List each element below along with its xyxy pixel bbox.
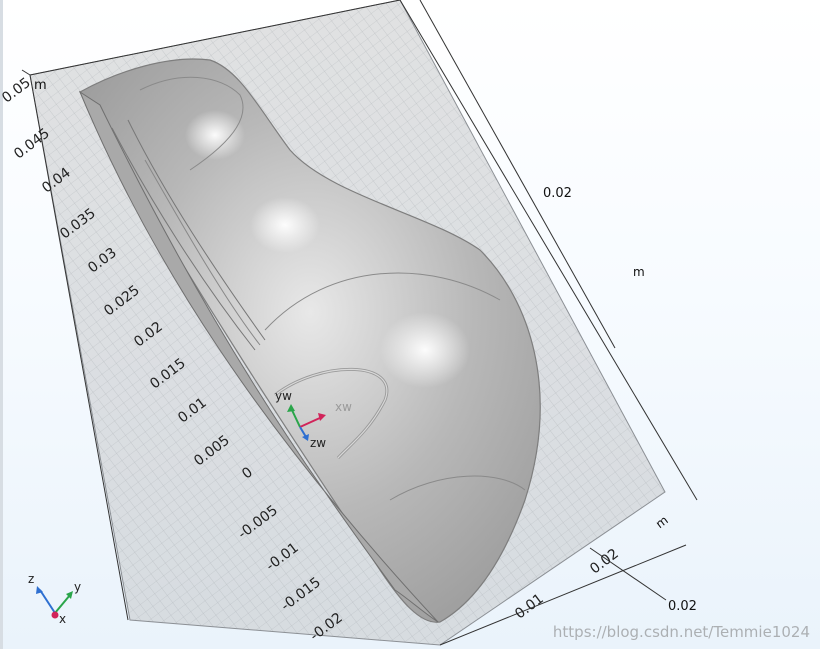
bottom-axis-end-label: 0.02 bbox=[668, 599, 697, 614]
graphics-viewport[interactable]: 0.05 0.045 0.04 0.035 0.03 0.025 0.02 0.… bbox=[0, 0, 820, 649]
geometry-scene[interactable] bbox=[0, 0, 820, 649]
triad-z-label: z bbox=[28, 572, 35, 586]
workplane-z-label: zw bbox=[310, 436, 327, 450]
triad-y-label: y bbox=[74, 580, 82, 594]
workplane-x-label: xw bbox=[335, 400, 352, 414]
left-axis-unit: m bbox=[34, 78, 47, 93]
watermark-text: https://blog.csdn.net/Temmie1024 bbox=[552, 623, 810, 641]
workplane-y-label: yw bbox=[275, 389, 292, 403]
right-axis-unit: m bbox=[633, 265, 645, 279]
triad-x-label: x bbox=[59, 612, 67, 626]
right-axis-tick: 0.02 bbox=[543, 186, 572, 201]
global-axis-triad bbox=[36, 586, 73, 619]
